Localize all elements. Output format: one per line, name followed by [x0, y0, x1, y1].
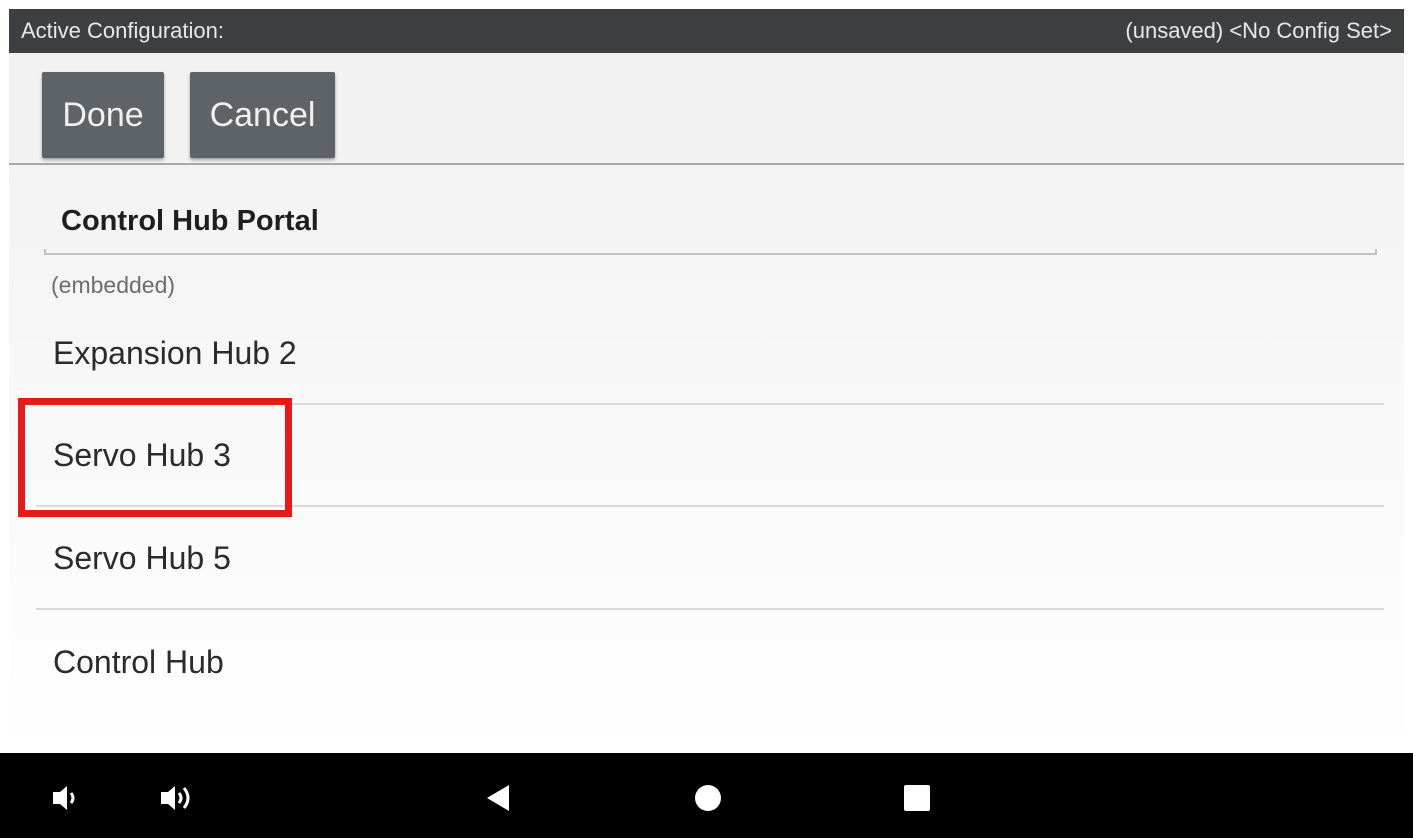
cancel-button[interactable]: Cancel — [190, 72, 335, 158]
back-icon[interactable] — [483, 783, 513, 813]
active-configuration-label: Active Configuration: — [21, 18, 224, 43]
list-item-label: Expansion Hub 2 — [53, 334, 297, 371]
list-item-label: Servo Hub 3 — [53, 436, 231, 473]
volume-up-icon[interactable] — [158, 783, 198, 813]
portal-title: Control Hub Portal — [61, 205, 319, 237]
volume-down-icon[interactable] — [50, 783, 80, 813]
list-item-label: Control Hub — [53, 643, 224, 680]
done-button[interactable]: Done — [42, 72, 164, 158]
configuration-status: (unsaved) <No Config Set> — [1125, 18, 1392, 43]
portal-subtitle: (embedded) — [51, 272, 176, 298]
toolbar: Done Cancel — [9, 53, 1404, 165]
android-nav-bar — [0, 753, 1413, 838]
list-item-label: Servo Hub 5 — [53, 539, 231, 576]
list-item-servo-hub-3[interactable]: Servo Hub 3 — [36, 405, 1384, 507]
home-icon[interactable] — [692, 782, 724, 814]
recents-icon[interactable] — [902, 783, 932, 813]
list-item-control-hub[interactable]: Control Hub — [36, 611, 1384, 713]
device-list-panel: Control Hub Portal (embedded) Expansion … — [9, 165, 1404, 753]
active-configuration-bar: Active Configuration: (unsaved) <No Conf… — [9, 9, 1404, 53]
list-item-servo-hub-5[interactable]: Servo Hub 5 — [36, 508, 1384, 610]
portal-divider — [44, 249, 1377, 255]
list-item-expansion-hub-2[interactable]: Expansion Hub 2 — [36, 303, 1384, 405]
